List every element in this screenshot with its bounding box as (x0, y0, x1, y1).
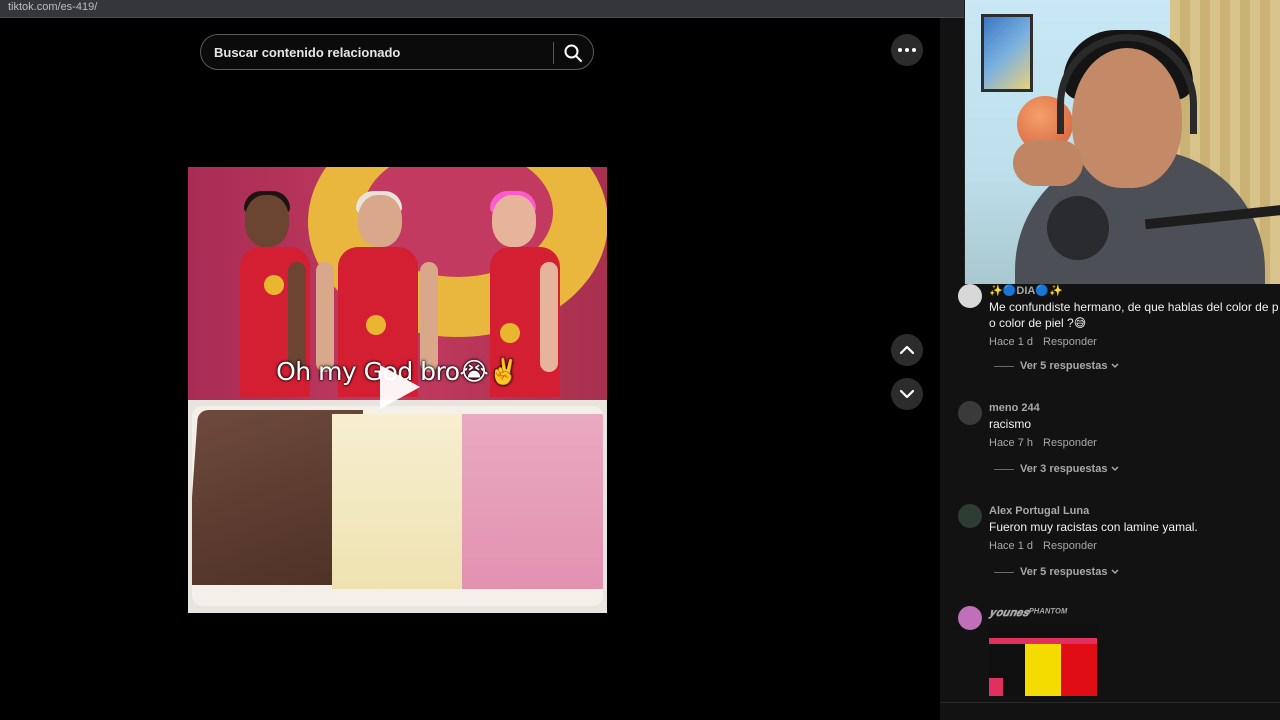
play-icon[interactable] (380, 365, 420, 409)
search-icon[interactable] (563, 43, 583, 63)
comment-username[interactable]: ✨🔵DIA🔵✨ (989, 284, 1280, 298)
chevron-down-icon (899, 389, 915, 399)
url-text[interactable]: tiktok.com/es-419/ (8, 1, 97, 13)
avatar[interactable] (958, 504, 982, 528)
comment-username[interactable]: 𝒚𝒐𝒖𝒏𝒆𝒔ᴾᴴᴬᴺᵀᴼᴹ (989, 606, 1280, 620)
browser-url-bar[interactable]: tiktok.com/es-419/ (0, 0, 964, 18)
view-replies-button[interactable]: Ver 5 respuestas (994, 566, 1119, 578)
reply-button[interactable]: Responder (1043, 437, 1097, 449)
comment-input-bar[interactable] (940, 702, 1280, 720)
comment-text: Fueron muy racistas con lamine yamal. (989, 520, 1198, 534)
avatar[interactable] (958, 606, 982, 630)
chevron-down-icon (1111, 466, 1119, 472)
avatar[interactable] (958, 284, 982, 308)
comment-sticker-image[interactable] (989, 624, 1097, 696)
comment-text: Me confundiste hermano, de que hablas de… (989, 300, 1279, 314)
reply-button[interactable]: Responder (1043, 336, 1097, 348)
comment-time: Hace 7 h (989, 437, 1034, 449)
comment-time: Hace 1 d (989, 336, 1034, 348)
webcam-overlay (964, 0, 1280, 284)
comment-text-continued: o color de piel ?😅 (989, 316, 1087, 330)
comment-time: Hace 1 d (989, 540, 1034, 552)
video-player[interactable]: Oh my God bro😭✌️ (188, 167, 607, 613)
chevron-down-icon (1111, 363, 1119, 369)
avatar[interactable] (958, 401, 982, 425)
view-replies-button[interactable]: Ver 3 respuestas (994, 463, 1119, 475)
next-video-button[interactable] (891, 378, 923, 410)
chevron-down-icon (1111, 569, 1119, 575)
reply-button[interactable]: Responder (1043, 540, 1097, 552)
more-options-button[interactable] (891, 34, 923, 66)
search-box[interactable]: Buscar contenido relacionado (200, 34, 594, 70)
comment-username[interactable]: Alex Portugal Luna (989, 504, 1280, 518)
search-input[interactable]: Buscar contenido relacionado (214, 45, 400, 60)
more-options-icon (898, 48, 902, 52)
chevron-up-icon (899, 345, 915, 355)
comment-username[interactable]: meno 244 (989, 401, 1280, 415)
comment-text: racismo (989, 417, 1032, 431)
previous-video-button[interactable] (891, 334, 923, 366)
search-divider (553, 42, 554, 64)
view-replies-button[interactable]: Ver 5 respuestas (994, 360, 1119, 372)
video-frame-bottom (188, 400, 607, 613)
